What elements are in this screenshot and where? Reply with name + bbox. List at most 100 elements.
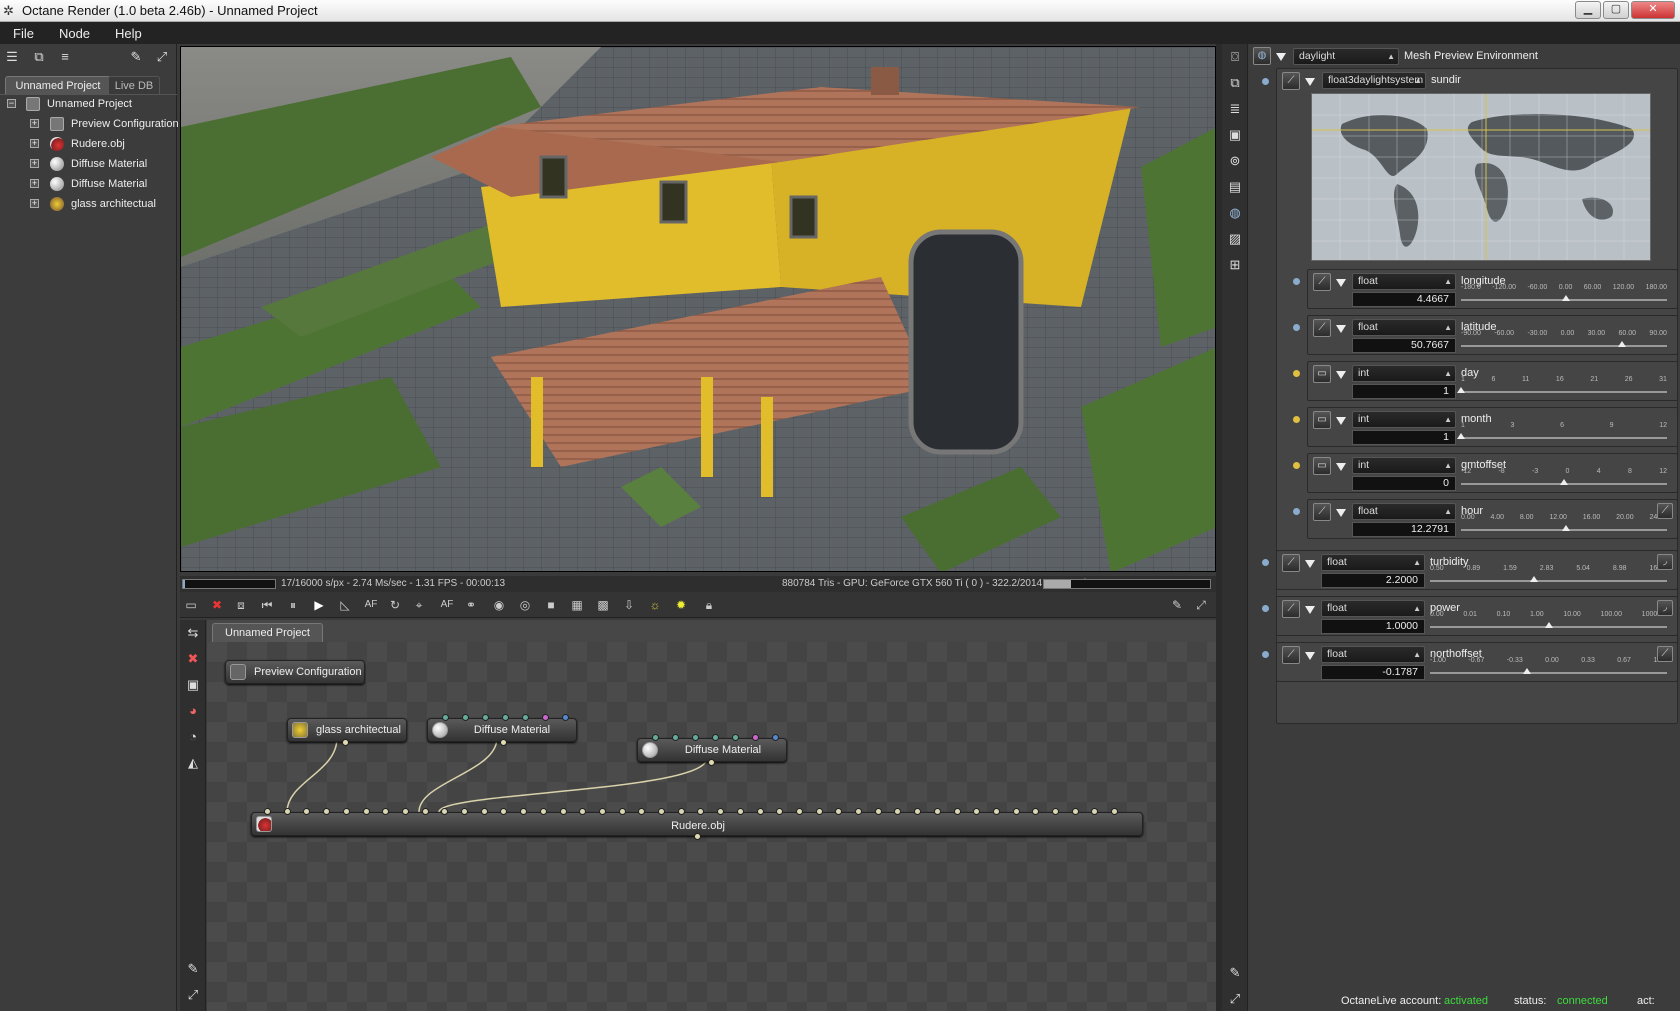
input-pin[interactable] [1052,808,1059,815]
input-pin[interactable] [342,808,350,815]
camera-settings-icon[interactable]: ⌼ [1226,48,1244,66]
collapse-arrow-icon[interactable] [1336,279,1346,287]
menu-node[interactable]: Node [46,22,102,44]
input-pin[interactable] [303,808,311,815]
stop-render-icon[interactable]: ✖ [208,596,226,614]
wrench-icon[interactable]: ✎ [1226,964,1244,982]
lock-icon[interactable]: 🔒︎ [700,596,718,614]
output-pin[interactable] [694,833,701,840]
input-pin[interactable] [482,714,489,721]
input-pin[interactable] [421,808,429,815]
collapse-arrow-icon[interactable] [1336,325,1346,333]
input-pin[interactable] [323,808,331,815]
param-value-field[interactable]: 1 [1352,384,1456,399]
param-slider[interactable]: -1.00-0.67-0.330.000.330.671.00 [1430,657,1667,683]
export-icon[interactable]: ⇩ [620,596,638,614]
output-pin[interactable] [708,759,715,766]
param-type-select[interactable]: float ▲ [1321,554,1425,571]
input-pin[interactable] [1091,808,1099,815]
white-balance-icon[interactable]: ⚭ [462,596,480,614]
param-value-field[interactable]: 1.0000 [1321,619,1425,634]
input-pin[interactable] [520,808,528,815]
tree-row[interactable]: + Rudere.obj [0,134,177,154]
alpha-icon[interactable]: ■ [542,596,560,614]
input-pin[interactable] [562,714,569,721]
param-slider[interactable]: 1 3 6 9 12 [1457,422,1667,448]
input-pin[interactable] [795,808,803,815]
slider-thumb[interactable] [1457,387,1465,393]
input-pin[interactable] [618,808,626,815]
input-pin[interactable] [579,808,587,815]
param-type-select[interactable]: int ▲ [1352,411,1456,428]
input-pin[interactable] [1111,808,1119,815]
fullscreen-icon[interactable]: ⤢ [1192,596,1210,614]
tab-live-db[interactable]: Live DB [108,76,160,94]
node-glass-architectual[interactable]: glass architectual [287,718,407,746]
input-pin[interactable] [752,734,759,741]
expand-toggle-icon[interactable]: + [30,139,39,148]
collapse-arrow-icon[interactable] [1305,560,1315,568]
input-pin[interactable] [658,808,665,815]
wrench-icon[interactable]: ✎ [127,49,145,65]
rotate-icon[interactable]: ↻ [386,596,404,614]
input-pin[interactable] [855,808,862,815]
param-value-field[interactable]: 12.2791 [1352,522,1456,537]
tree-row[interactable]: + Diffuse Material [0,174,177,194]
param-slider[interactable]: 0.500.891.592.835.048.9816.00 [1430,565,1667,591]
input-pin[interactable] [736,808,744,815]
expand-toggle-icon[interactable]: + [30,159,39,168]
tree-row[interactable]: + glass architectual [0,194,177,214]
image-node-icon[interactable]: ▣ [184,676,202,694]
node-editor[interactable]: Unnamed Project Preview Configuration gl… [207,620,1216,1011]
param-slider[interactable]: -90.00 -60.00 -30.00 0.00 30.00 60.00 90.00 [1461,330,1667,356]
expand-toggle-icon[interactable]: + [30,179,39,188]
checker-icon[interactable]: ▦ [568,596,586,614]
input-pin[interactable] [732,734,739,741]
input-pin[interactable] [461,808,468,815]
input-pin[interactable] [697,808,705,815]
environment-type-select[interactable]: daylight ▲ [1293,48,1399,65]
collapse-arrow-icon[interactable] [1305,652,1315,660]
globe-icon[interactable]: ◍ [1226,204,1244,222]
param-slider[interactable]: -12 -8 -3 0 4 8 12 [1461,468,1667,494]
expand-toggle-icon[interactable]: + [30,199,39,208]
slider-thumb[interactable] [1523,668,1532,674]
slider-thumb[interactable] [1560,479,1568,485]
pause-icon[interactable]: ⏸ [284,596,302,614]
collapse-arrow-icon[interactable] [1305,78,1315,86]
fullscreen-icon[interactable]: ⤢ [184,986,202,1004]
param-slider[interactable]: -180.0 -120.00 -60.00 0.00 60.00 120.00 180.00 [1461,284,1667,310]
world-map[interactable] [1311,93,1651,261]
slider-thumb[interactable] [1530,576,1539,582]
node-diffuse-material-2[interactable]: Diffuse Material [637,734,787,766]
tree-row[interactable]: + Diffuse Material [0,154,177,174]
input-pin[interactable] [1071,808,1079,815]
input-pin[interactable] [598,808,606,815]
input-pin[interactable] [559,808,567,815]
param-value-field[interactable]: 4.4667 [1352,292,1456,307]
input-pin[interactable] [677,808,685,815]
af-pick-icon[interactable]: AF [438,596,456,614]
log-curve-icon[interactable]: ◞ [1657,554,1673,570]
param-type-select[interactable]: float ▲ [1352,319,1456,336]
param-type-select[interactable]: int ▲ [1352,365,1456,382]
material-node-icon[interactable]: ◔ [184,728,202,746]
input-pin[interactable] [992,808,1000,815]
minimize-button[interactable]: ▁ [1575,1,1601,19]
fullscreen-icon[interactable]: ⤢ [1226,990,1244,1008]
input-pin[interactable] [382,808,390,815]
input-pin[interactable] [502,714,509,721]
slider-thumb[interactable] [1562,295,1571,301]
input-pin[interactable] [1012,808,1020,815]
input-pin[interactable] [835,808,843,815]
param-slider[interactable]: 1 6 11 16 21 26 31 [1457,376,1667,402]
collapse-arrow-icon[interactable] [1336,463,1346,471]
param-type-select[interactable]: float ▲ [1321,600,1425,617]
film-icon[interactable]: ⊚ [1226,152,1244,170]
clay-mode-icon[interactable]: ⧈ [232,596,250,614]
checker-alt-icon[interactable]: ▩ [594,596,612,614]
node-diffuse-material-1[interactable]: Diffuse Material [427,714,577,746]
collapse-arrow-icon[interactable] [1336,371,1346,379]
node-rudere-obj[interactable]: Rudere.obj [251,808,1143,840]
input-pin[interactable] [500,808,508,815]
